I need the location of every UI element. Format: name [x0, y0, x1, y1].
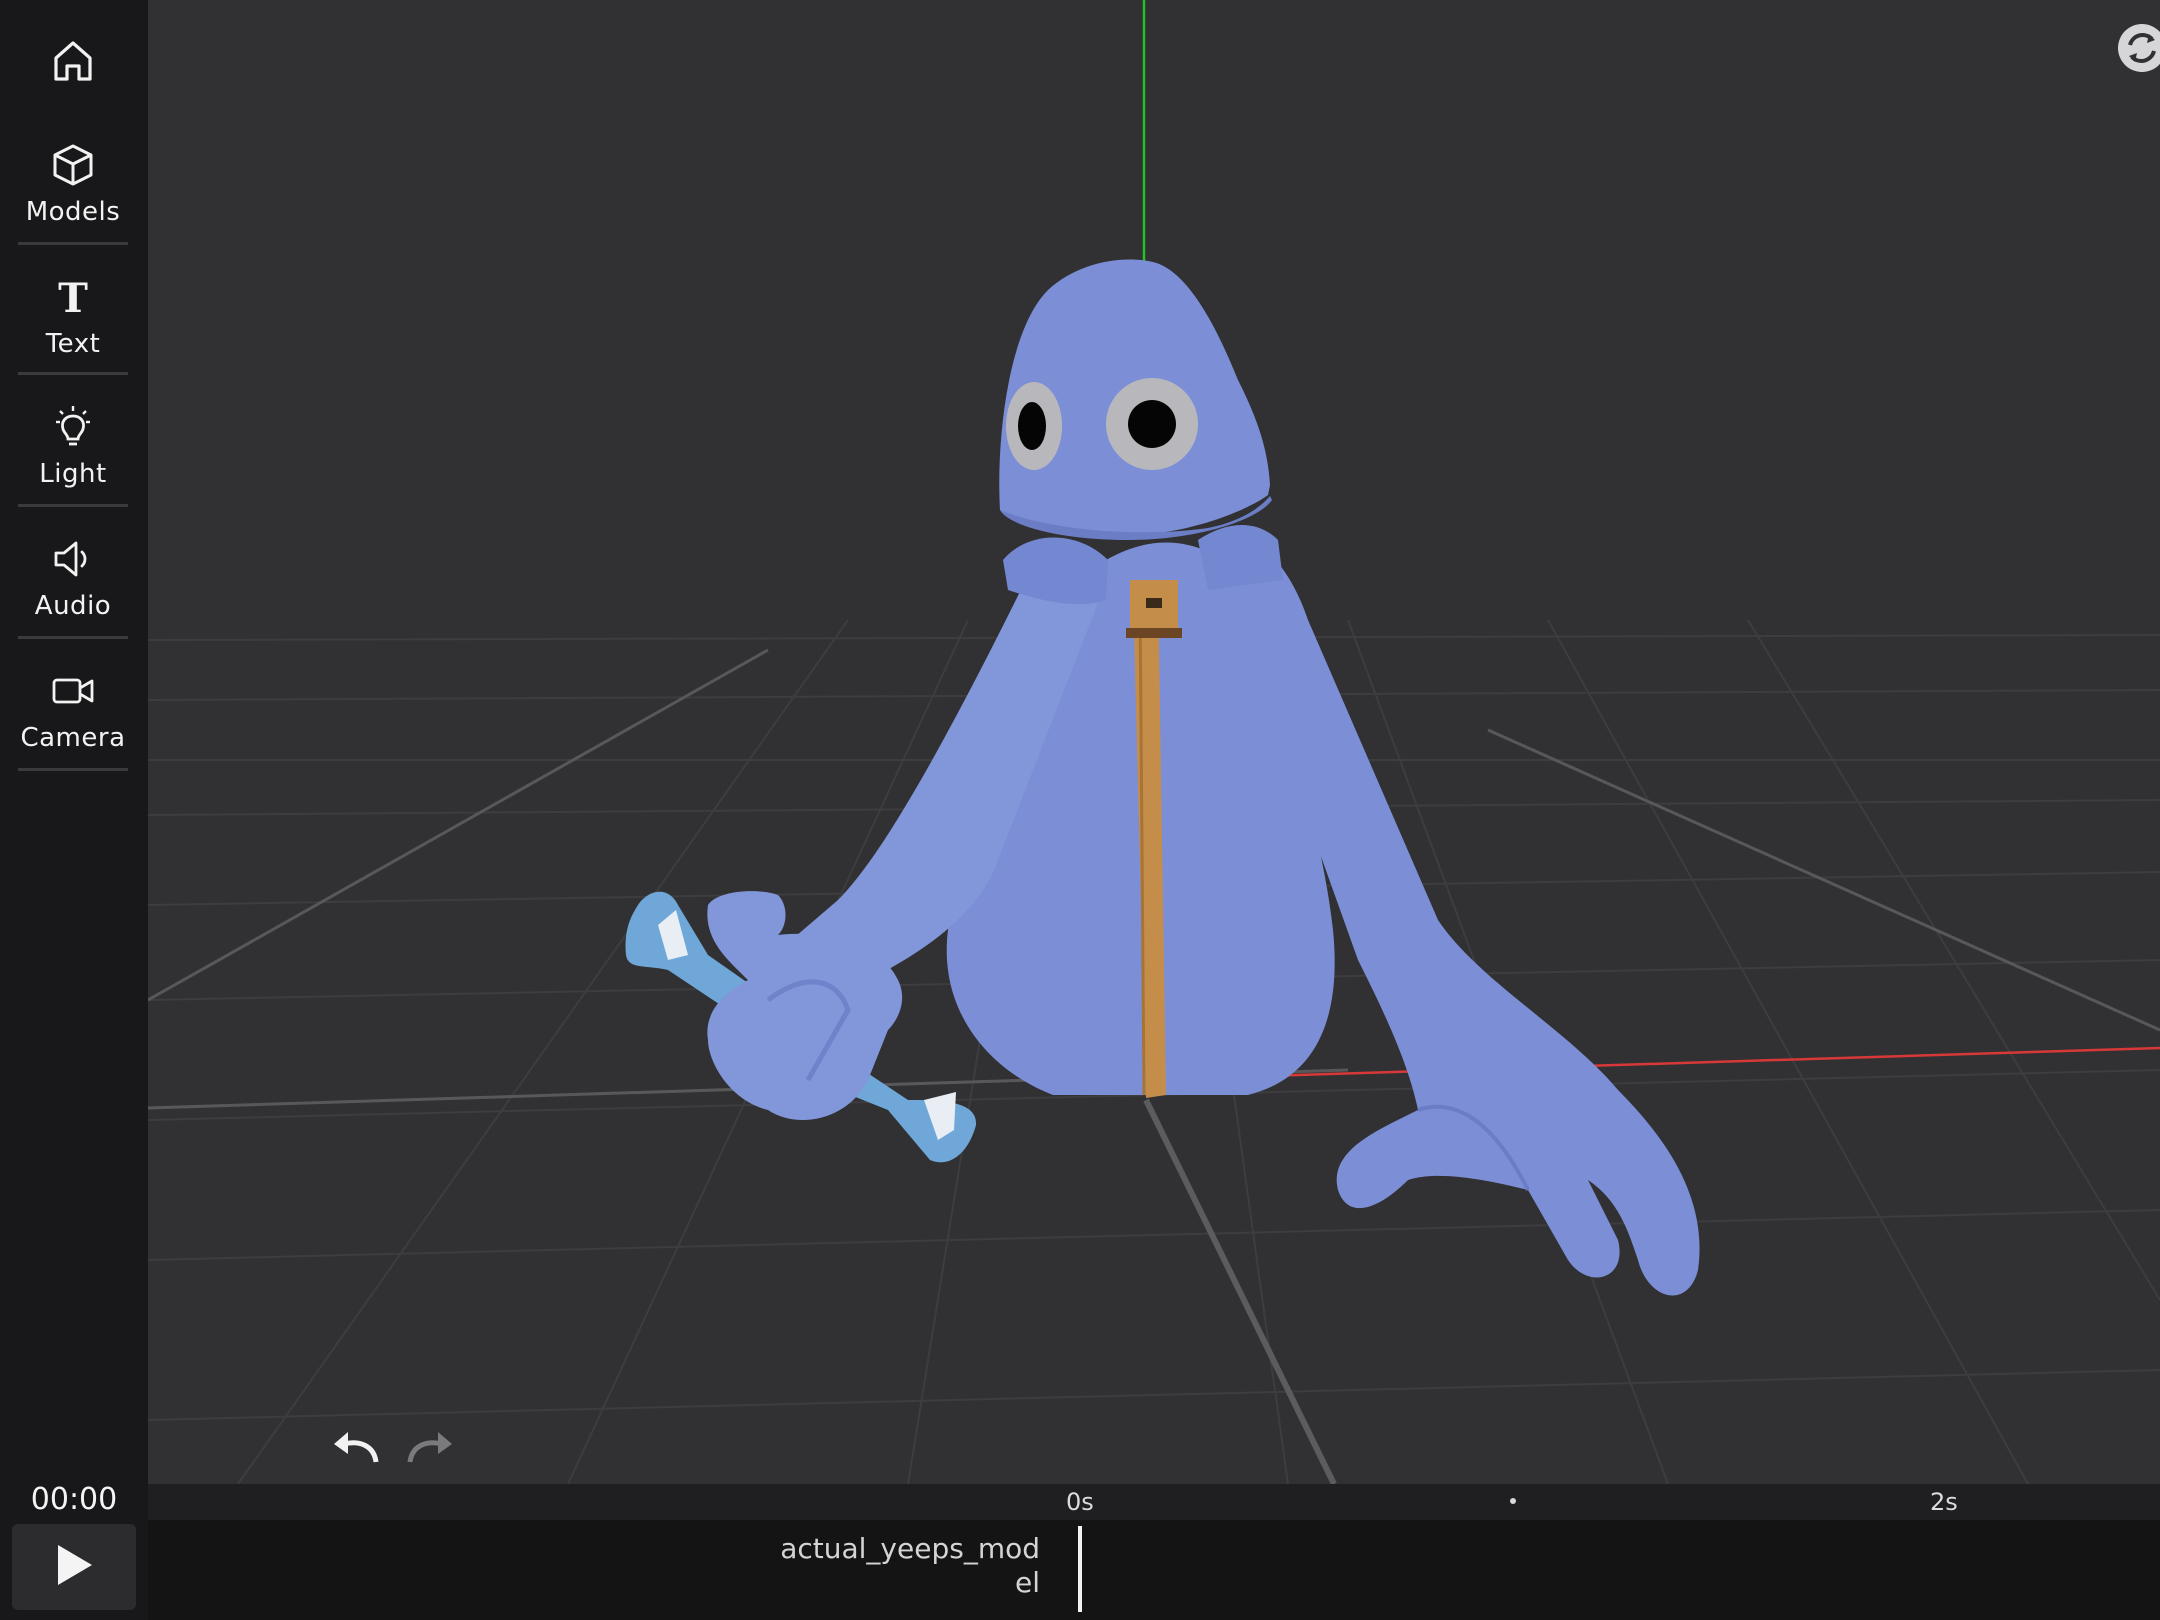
tick-marker [1510, 1498, 1516, 1504]
sidebar-item-audio[interactable]: Audio [18, 518, 128, 638]
divider [18, 242, 128, 245]
video-camera-icon [49, 667, 97, 715]
divider [18, 372, 128, 375]
sidebar-item-label: Models [25, 197, 121, 227]
undo-button[interactable] [330, 1424, 382, 1468]
play-icon [52, 1541, 96, 1593]
home-button[interactable] [18, 0, 128, 122]
sidebar-item-camera[interactable]: Camera [18, 650, 128, 770]
undo-icon [330, 1432, 382, 1472]
refresh-icon [2116, 24, 2160, 78]
redo-icon [404, 1432, 456, 1472]
sidebar-item-light[interactable]: Light [18, 386, 128, 506]
divider [18, 504, 128, 507]
timecode: 00:00 [30, 1482, 118, 1517]
sidebar-item-label: Text [45, 329, 101, 359]
cube-icon [49, 141, 97, 189]
timeline-ruler[interactable]: 0s 2s [148, 1484, 2160, 1520]
x-axis-line [1265, 1046, 2160, 1078]
svg-text:T: T [58, 275, 88, 320]
lightbulb-icon [49, 403, 97, 451]
sidebar-item-label: Audio [34, 591, 112, 621]
tick-label-start: 0s [1066, 1488, 1094, 1516]
3d-viewport[interactable] [148, 0, 2160, 1484]
timeline-track-area[interactable] [148, 1520, 2160, 1620]
sidebar-item-text[interactable]: T Text [18, 256, 128, 376]
refresh-button[interactable] [2116, 22, 2160, 74]
track-name-label[interactable]: actual_yeeps_model [780, 1532, 1040, 1600]
sidebar-item-label: Camera [20, 723, 126, 753]
sidebar-item-models[interactable]: Models [18, 124, 128, 244]
play-button[interactable] [12, 1524, 136, 1610]
speaker-icon [49, 535, 97, 583]
redo-button[interactable] [404, 1424, 456, 1468]
divider [18, 636, 128, 639]
left-toolbar: Models T Text Light Audio Camera [0, 0, 148, 1620]
scene-render [148, 0, 2160, 1484]
home-icon [49, 37, 97, 85]
playhead[interactable] [1078, 1526, 1082, 1612]
divider [18, 768, 128, 771]
tick-label-end: 2s [1930, 1488, 1958, 1516]
sidebar-item-label: Light [39, 459, 107, 489]
text-icon: T [49, 273, 97, 321]
